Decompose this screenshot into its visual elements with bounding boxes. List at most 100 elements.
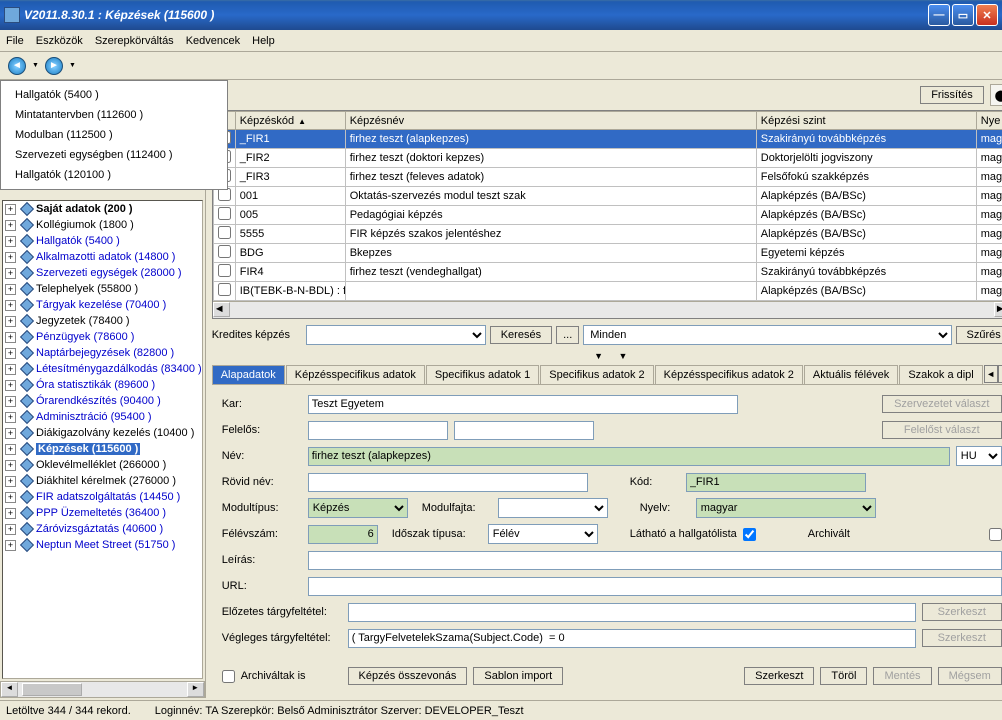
scroll-left-button[interactable]: ◄ xyxy=(213,302,230,317)
expand-icon[interactable]: + xyxy=(5,460,16,471)
nev-input[interactable] xyxy=(308,447,950,466)
expand-icon[interactable]: + xyxy=(5,412,16,423)
expand-icon[interactable]: + xyxy=(5,540,16,551)
tree-item[interactable]: +Adminisztráció (95400 ) xyxy=(3,409,202,425)
expand-icon[interactable]: + xyxy=(5,476,16,487)
dropdown-item[interactable]: Hallgatók (120100 ) xyxy=(1,165,227,185)
search-more-button[interactable]: ... xyxy=(556,326,579,344)
menu-help[interactable]: Help xyxy=(252,35,275,47)
search-combo1[interactable] xyxy=(306,325,486,345)
tab-scroll-left[interactable]: ◄ xyxy=(984,365,998,383)
table-row[interactable]: _FIR2firhez teszt (doktori kepzes)Doktor… xyxy=(213,149,1002,168)
expand-icon[interactable]: + xyxy=(5,380,16,391)
megsem-button[interactable]: Mégsem xyxy=(938,667,1002,685)
kod-input[interactable] xyxy=(686,473,866,492)
expand-icon[interactable]: + xyxy=(5,508,16,519)
idoszak-select[interactable]: Félév xyxy=(488,524,598,544)
tab-kepzesspec2[interactable]: Képzésspecifikus adatok 2 xyxy=(655,365,803,384)
modultipus-select[interactable]: Képzés xyxy=(308,498,408,518)
tree-item[interactable]: +Létesítménygazdálkodás (83400 ) xyxy=(3,361,202,377)
tab-aktualis[interactable]: Aktuális félévek xyxy=(804,365,898,384)
tree-item[interactable]: +Saját adatok (200 ) xyxy=(3,201,202,217)
expand-icon[interactable]: + xyxy=(5,316,16,327)
expand-icon[interactable]: + xyxy=(5,332,16,343)
col-name[interactable]: Képzésnév xyxy=(345,112,756,130)
table-row[interactable]: _FIR3firhez teszt (feleves adatok)Felsőf… xyxy=(213,168,1002,187)
table-row[interactable]: IB(TEBK-B-N-BDL) : fel ne változtasd meg… xyxy=(213,282,1002,301)
tree-item[interactable]: +Képzések (115600 ) xyxy=(3,441,202,457)
tree-item[interactable]: +Hallgatók (5400 ) xyxy=(3,233,202,249)
mentes-button[interactable]: Mentés xyxy=(873,667,931,685)
row-checkbox[interactable] xyxy=(218,226,231,239)
dropdown-item[interactable]: Szervezeti egységben (112400 ) xyxy=(1,145,227,165)
data-grid[interactable]: Képzéskód▲ Képzésnév Képzési szint Nye _… xyxy=(212,110,1002,319)
osszevonas-button[interactable]: Képzés összevonás xyxy=(348,667,468,685)
nav-back-button[interactable]: ◄ xyxy=(4,55,30,77)
sablon-import-button[interactable]: Sablon import xyxy=(473,667,563,685)
filter-button[interactable]: Szűrés xyxy=(956,326,1002,344)
collapse-handle[interactable]: ▼ ▼ xyxy=(212,351,1002,361)
close-button[interactable]: ✕ xyxy=(976,4,998,26)
tab-kepzesspec[interactable]: Képzésspecifikus adatok xyxy=(286,365,425,384)
vegleges-input[interactable] xyxy=(348,629,916,648)
nev-lang-select[interactable]: HU xyxy=(956,446,1002,466)
szerkeszt-button[interactable]: Szerkeszt xyxy=(744,667,814,685)
tree-item[interactable]: +FIR adatszolgáltatás (14450 ) xyxy=(3,489,202,505)
tree-item[interactable]: +Tárgyak kezelése (70400 ) xyxy=(3,297,202,313)
expand-icon[interactable]: + xyxy=(5,268,16,279)
nyelv-select[interactable]: magyar xyxy=(696,498,876,518)
lathato-checkbox[interactable] xyxy=(743,528,756,541)
kar-input[interactable] xyxy=(308,395,738,414)
menu-tools[interactable]: Eszközök xyxy=(36,35,83,47)
tab-spec2[interactable]: Specifikus adatok 2 xyxy=(540,365,653,384)
expand-icon[interactable]: + xyxy=(5,252,16,263)
dropdown-item[interactable]: Hallgatók (5400 ) xyxy=(1,85,227,105)
tree-item[interactable]: +Naptárbejegyzések (82800 ) xyxy=(3,345,202,361)
felelos-input1[interactable] xyxy=(308,421,448,440)
nav-forward-dropdown[interactable]: ▼ xyxy=(69,62,76,69)
szervezet-valaszt-button[interactable]: Szervezetet választ xyxy=(882,395,1002,413)
scroll-left-button[interactable]: ◄ xyxy=(1,682,18,697)
leiras-input[interactable] xyxy=(308,551,1002,570)
minimize-button[interactable]: ― xyxy=(928,4,950,26)
table-row[interactable]: 005Pedagógiai képzésAlapképzés (BA/BSc)m… xyxy=(213,206,1002,225)
tree-hscrollbar[interactable]: ◄ ► xyxy=(0,681,205,698)
expand-icon[interactable]: + xyxy=(5,236,16,247)
scroll-right-button[interactable]: ► xyxy=(994,302,1002,317)
url-input[interactable] xyxy=(308,577,1002,596)
felelos-input2[interactable] xyxy=(454,421,594,440)
menu-favorites[interactable]: Kedvencek xyxy=(186,35,240,47)
search-button[interactable]: Keresés xyxy=(490,326,552,344)
vegleges-szerkeszt-button[interactable]: Szerkeszt xyxy=(922,629,1002,647)
col-code[interactable]: Képzéskód▲ xyxy=(235,112,345,130)
nav-history-dropdown[interactable]: Hallgatók (5400 ) Mintatantervben (11260… xyxy=(0,80,228,190)
archivalt-checkbox[interactable] xyxy=(989,528,1002,541)
tab-spec1[interactable]: Specifikus adatok 1 xyxy=(426,365,539,384)
tree-item[interactable]: +Telephelyek (55800 ) xyxy=(3,281,202,297)
tree-item[interactable]: +Pénzügyek (78600 ) xyxy=(3,329,202,345)
row-checkbox[interactable] xyxy=(218,207,231,220)
expand-icon[interactable]: + xyxy=(5,396,16,407)
filter-combo[interactable]: Minden xyxy=(583,325,951,345)
expand-icon[interactable]: + xyxy=(5,348,16,359)
tree-item[interactable]: +Órarendkészítés (90400 ) xyxy=(3,393,202,409)
grid-hscrollbar[interactable]: ◄ ► xyxy=(213,301,1002,318)
dropdown-item[interactable]: Modulban (112500 ) xyxy=(1,125,227,145)
felevszam-input[interactable] xyxy=(308,525,378,544)
torol-button[interactable]: Töröl xyxy=(820,667,867,685)
table-row[interactable]: 001Oktatás-szervezés modul teszt szakAla… xyxy=(213,187,1002,206)
tree-item[interactable]: +PPP Üzemeltetés (36400 ) xyxy=(3,505,202,521)
expand-icon[interactable]: + xyxy=(5,204,16,215)
tree-item[interactable]: +Alkalmazotti adatok (14800 ) xyxy=(3,249,202,265)
col-lang[interactable]: Nye xyxy=(976,112,1002,130)
tab-szakok[interactable]: Szakok a dipl xyxy=(899,365,982,384)
tree-item[interactable]: +Záróvizsgáztatás (40600 ) xyxy=(3,521,202,537)
table-row[interactable]: _FIR1firhez teszt (alapkepzes)Szakirányú… xyxy=(213,130,1002,149)
tree-item[interactable]: +Jegyzetek (78400 ) xyxy=(3,313,202,329)
table-row[interactable]: 5555FIR képzés szakos jelentéshezAlapkép… xyxy=(213,225,1002,244)
tree-item[interactable]: +Óra statisztikák (89600 ) xyxy=(3,377,202,393)
dropdown-item[interactable]: Mintatantervben (112600 ) xyxy=(1,105,227,125)
expand-icon[interactable]: + xyxy=(5,364,16,375)
module-tree[interactable]: +Saját adatok (200 )+Kollégiumok (1800 )… xyxy=(2,200,203,679)
tree-item[interactable]: +Diákhitel kérelmek (276000 ) xyxy=(3,473,202,489)
